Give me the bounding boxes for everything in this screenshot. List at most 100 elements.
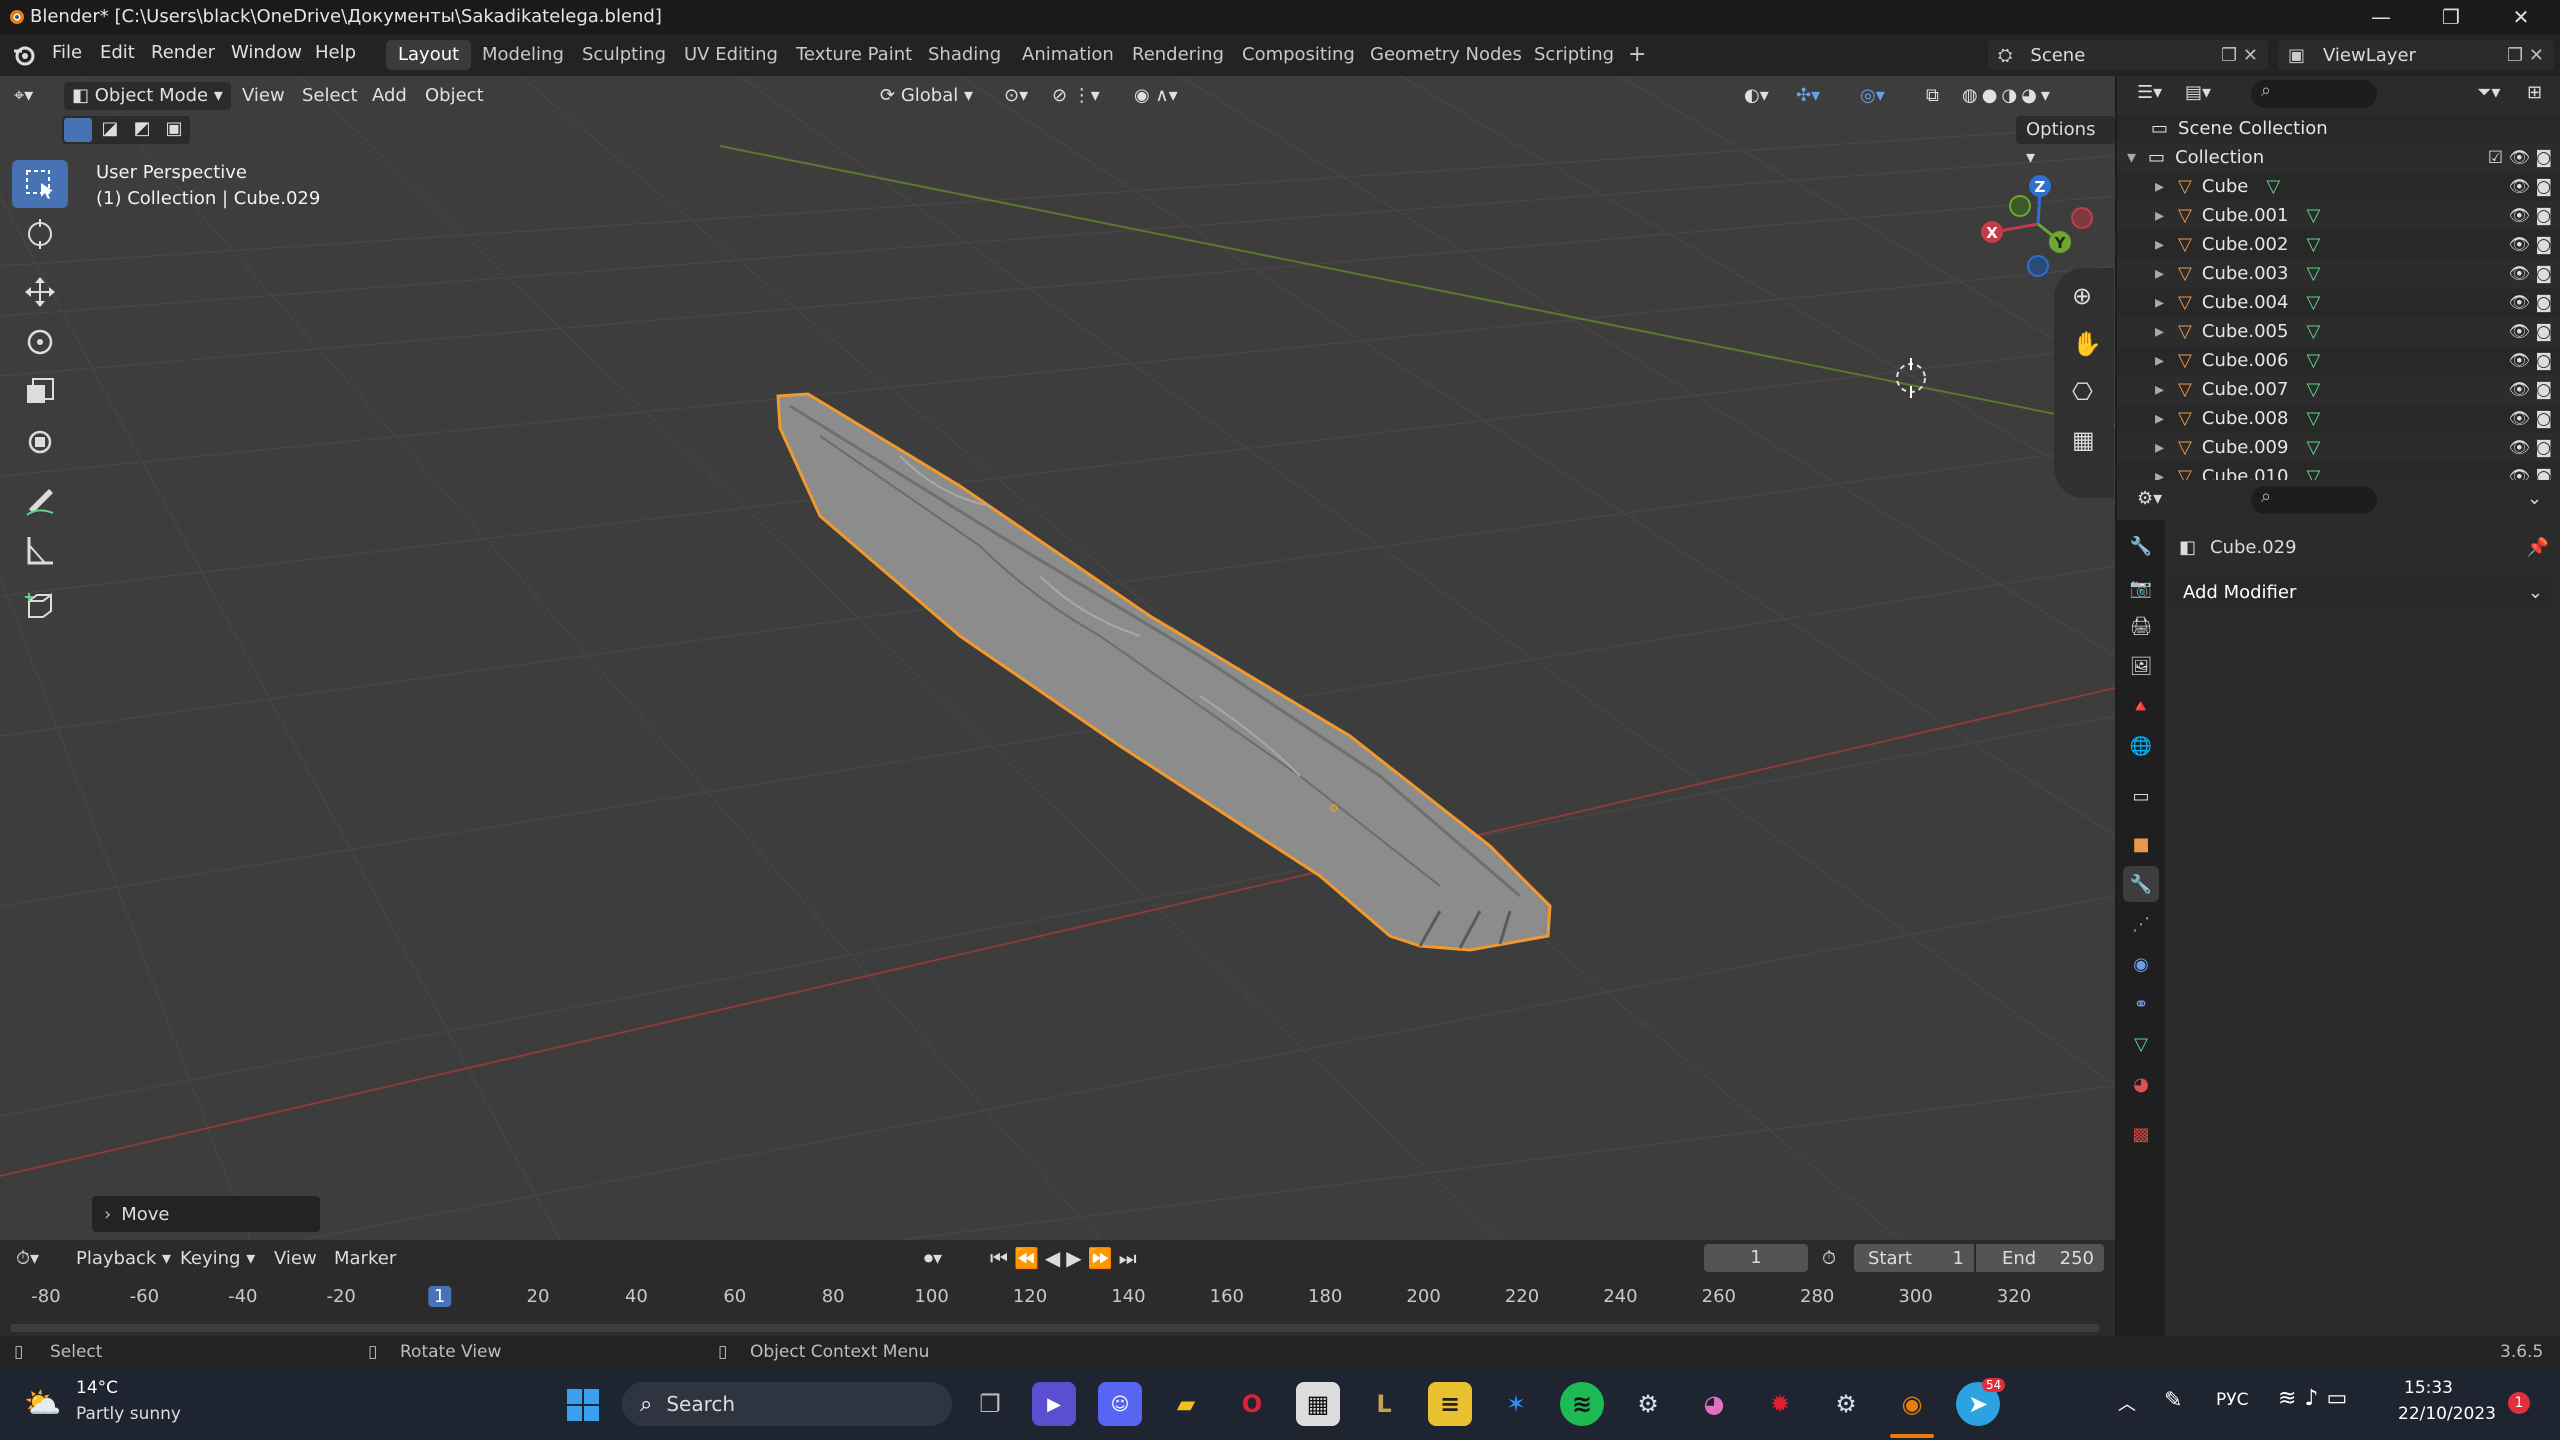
timeline-editor-icon[interactable]: ⏱▾ — [16, 1248, 39, 1269]
minecraft-icon[interactable]: ▦ — [1296, 1382, 1340, 1426]
outliner-scene-collection[interactable]: ▭ Scene Collection — [2117, 114, 2560, 143]
pin-icon[interactable]: 📌 — [2527, 537, 2549, 558]
menu-object[interactable]: Object — [425, 82, 484, 110]
opera-icon[interactable]: O — [1230, 1382, 1274, 1426]
perspective-grid-icon[interactable]: ▦ — [2072, 426, 2095, 454]
collection-tab-icon[interactable]: ▭ — [2123, 778, 2159, 814]
physics-tab-icon[interactable]: ◉ — [2123, 946, 2159, 982]
annotate-tool[interactable] — [12, 476, 68, 524]
expand-arrow-icon[interactable]: ▸ — [2155, 321, 2164, 342]
transform-tool[interactable] — [12, 418, 68, 466]
snap-icon[interactable]: ⊘ ⋮▾ — [1052, 82, 1100, 110]
particles-tab-icon[interactable]: ⋰ — [2123, 906, 2159, 942]
minimize-button[interactable]: — — [2346, 0, 2416, 34]
spotify-icon[interactable]: ≋ — [1560, 1382, 1604, 1426]
chevron-down-icon[interactable]: ⌄ — [2527, 488, 2542, 509]
network-volume-battery-icons[interactable]: ≋♪▭ — [2278, 1386, 2355, 1411]
outliner-object-row[interactable]: ▸ ▽ Cube ▽ 👁 ◙ — [2117, 172, 2560, 201]
proportional-edit-icon[interactable]: ◉ ∧▾ — [1134, 82, 1178, 110]
outliner-object-row[interactable]: ▸ ▽ Cube.005 ▽ 👁 ◙ — [2117, 317, 2560, 346]
playback-dropdown[interactable]: Playback ▾ — [76, 1248, 171, 1269]
steam-icon[interactable]: ⚙ — [1626, 1382, 1670, 1426]
notification-badge[interactable]: 1 — [2508, 1392, 2530, 1414]
mesh-data-icon[interactable]: ▽ — [2306, 437, 2320, 458]
view-layer-new-icon[interactable]: ❐ ✕ — [2507, 45, 2544, 66]
outliner-object-row[interactable]: ▸ ▽ Cube.008 ▽ 👁 ◙ — [2117, 404, 2560, 433]
outliner-object-row[interactable]: ▸ ▽ Cube.001 ▽ 👁 ◙ — [2117, 201, 2560, 230]
menu-view[interactable]: View — [242, 82, 285, 110]
tab-rendering[interactable]: Rendering — [1120, 40, 1236, 70]
language-indicator[interactable]: РУС — [2216, 1390, 2248, 1410]
color-app-icon[interactable]: ◕ — [1692, 1382, 1736, 1426]
zoom-icon[interactable]: ⊕ — [2072, 282, 2092, 310]
blender-taskbar-icon[interactable]: ◉ — [1890, 1382, 1934, 1426]
scene-tab-icon[interactable]: 🔺 — [2123, 688, 2159, 724]
expand-arrow-icon[interactable]: ▸ — [2155, 176, 2164, 197]
visibility-toggle-icons[interactable]: 👁 ◙ — [2509, 293, 2552, 313]
mesh-data-icon[interactable]: ▽ — [2306, 379, 2320, 400]
expand-arrow-icon[interactable]: ▸ — [2155, 350, 2164, 371]
material-tab-icon[interactable]: ◕ — [2123, 1066, 2159, 1102]
output-tab-icon[interactable]: 🖨 — [2123, 608, 2159, 644]
add-workspace-button[interactable]: + — [1616, 40, 1658, 70]
menu-marker[interactable]: Marker — [334, 1248, 396, 1269]
overlays-toggle-icon[interactable]: ◎▾ — [1860, 82, 1885, 110]
start-button[interactable] — [566, 1388, 600, 1422]
scene-new-icon[interactable]: ❐ ✕ — [2221, 45, 2258, 66]
properties-editor-icon[interactable]: ⚙▾ — [2137, 488, 2162, 509]
add-modifier-dropdown[interactable]: Add Modifier ⌄ — [2169, 576, 2553, 608]
tab-animation[interactable]: Animation — [1010, 40, 1126, 70]
tab-uv-editing[interactable]: UV Editing — [672, 40, 790, 70]
menu-window[interactable]: Window — [231, 42, 302, 63]
battlenet-icon[interactable]: ✶ — [1494, 1382, 1538, 1426]
filter-icon[interactable]: ⏷▾ — [2477, 82, 2500, 103]
close-button[interactable]: ✕ — [2486, 0, 2556, 34]
mesh-data-icon[interactable]: ▽ — [2306, 234, 2320, 255]
select-new-icon[interactable] — [64, 118, 92, 142]
world-tab-icon[interactable]: 🌐 — [2123, 728, 2159, 764]
mesh-data-icon[interactable]: ▽ — [2306, 408, 2320, 429]
mesh-data-icon[interactable]: ▽ — [2306, 263, 2320, 284]
weather-icon[interactable]: ⛅ — [24, 1386, 61, 1421]
visibility-toggle-icons[interactable]: 👁 ◙ — [2509, 380, 2552, 400]
menu-add[interactable]: Add — [372, 82, 407, 110]
select-box-tool[interactable] — [12, 160, 68, 208]
task-view-icon[interactable]: ❐ — [968, 1382, 1012, 1426]
outliner-object-row[interactable]: ▸ ▽ Cube.006 ▽ 👁 ◙ — [2117, 346, 2560, 375]
scale-tool[interactable] — [12, 368, 68, 416]
visibility-toggle-icons[interactable]: 👁 ◙ — [2509, 322, 2552, 342]
discord-icon[interactable]: ☺ — [1098, 1382, 1142, 1426]
app-yellow-icon[interactable]: ≡ — [1428, 1382, 1472, 1426]
modifier-tab-icon[interactable]: 🔧 — [2123, 866, 2159, 902]
visibility-toggle-icons[interactable]: 👁 ◙ — [2509, 438, 2552, 458]
tab-sculpting[interactable]: Sculpting — [570, 40, 678, 70]
collection-visibility-icons[interactable]: ☑ 👁 ◙ — [2488, 148, 2552, 168]
record-icon[interactable]: ⏺▾ — [924, 1248, 942, 1269]
tab-layout[interactable]: Layout — [386, 40, 472, 70]
expand-arrow-icon[interactable]: ▸ — [2155, 263, 2164, 284]
tab-shading[interactable]: Shading — [916, 40, 1013, 70]
tab-scripting[interactable]: Scripting — [1522, 40, 1626, 70]
clock-date[interactable]: 22/10/2023 — [2398, 1404, 2496, 1424]
shading-modes[interactable]: ◍●◑◕▾ — [1962, 82, 2054, 110]
pen-icon[interactable]: ✎ — [2164, 1388, 2182, 1413]
expand-arrow-icon[interactable]: ▸ — [2155, 205, 2164, 226]
add-cube-tool[interactable] — [12, 582, 68, 630]
mesh-data-icon[interactable]: ▽ — [2306, 292, 2320, 313]
last-operator-panel[interactable]: › Move — [92, 1196, 320, 1232]
select-subtract-icon[interactable]: ◩ — [128, 118, 156, 142]
outliner-search-input[interactable]: ⌕ — [2251, 80, 2377, 108]
expand-arrow-icon[interactable]: ▸ — [2155, 292, 2164, 313]
pan-hand-icon[interactable]: ✋ — [2072, 330, 2102, 358]
move-tool[interactable] — [12, 268, 68, 316]
expand-arrow-icon[interactable]: ▸ — [2155, 437, 2164, 458]
data-tab-icon[interactable]: ▽ — [2123, 1026, 2159, 1062]
tab-geometry-nodes[interactable]: Geometry Nodes — [1358, 40, 1534, 70]
teams-icon[interactable]: ▶ — [1032, 1382, 1076, 1426]
render-tab-icon[interactable]: 📷 — [2123, 570, 2159, 606]
blender-menu-icon[interactable] — [12, 43, 36, 67]
new-collection-icon[interactable]: ⊞ — [2527, 82, 2542, 103]
visibility-toggle-icons[interactable]: 👁 ◙ — [2509, 409, 2552, 429]
rotate-tool[interactable] — [12, 318, 68, 366]
chevron-up-icon[interactable]: ︿ — [2118, 1390, 2136, 1416]
